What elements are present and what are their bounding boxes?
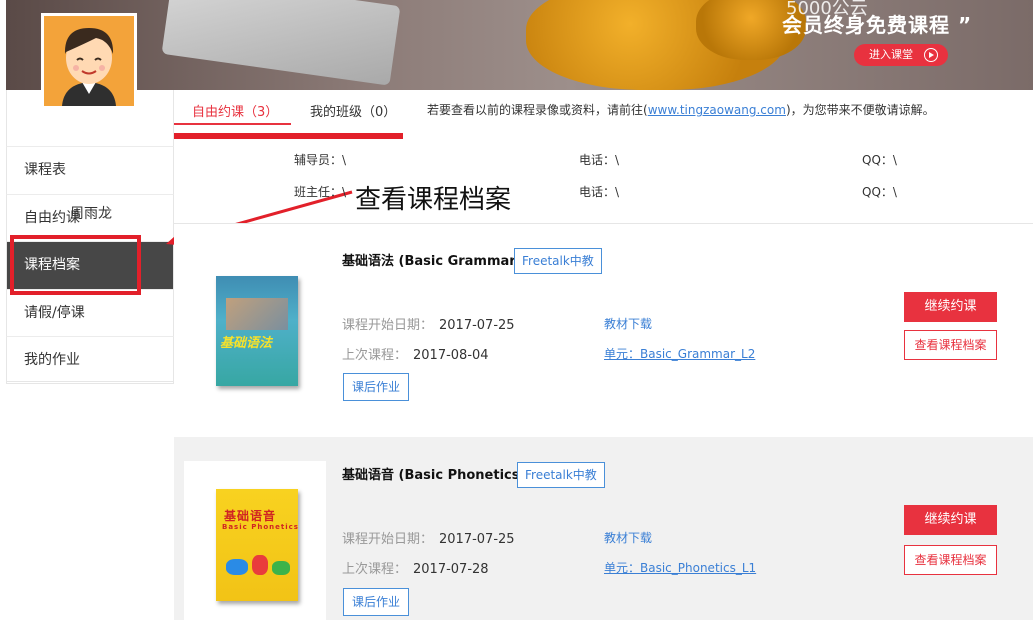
banner-laptop-image <box>161 0 401 86</box>
start-date-value: 2017-07-25 <box>439 532 515 547</box>
tab-my-class[interactable]: 我的班级（0） <box>310 101 396 120</box>
book-cover-image: 基础语法 <box>216 276 298 386</box>
avatar-face-icon <box>44 16 134 106</box>
homework-button[interactable]: 课后作业 <box>343 588 410 616</box>
course-cover: 基础语法 <box>184 250 326 400</box>
promo-banner[interactable]: 5000公云 会员终身免费课程 ” 进入课堂 <box>6 0 1033 90</box>
notice-text-before: 若要查看以前的课程录像或资料，请前往( <box>427 103 648 117</box>
teacher-phone: 电话：\ <box>579 185 620 199</box>
book-art-shape <box>252 555 268 575</box>
last-date-label: 上次课程： <box>342 348 408 363</box>
course-title: 基础语法 (Basic Grammar) <box>342 254 522 269</box>
sidebar-item-schedule[interactable]: 课程表 <box>6 146 174 194</box>
continue-booking-button[interactable]: 继续约课 <box>904 505 997 535</box>
book-cover-image: 基础语音 Basic Phonetics <box>216 489 298 601</box>
sidebar-item-free-booking[interactable]: 自由约课 <box>6 193 174 241</box>
contact-info: 辅导员：\ 电话：\ QQ：\ 班主任：\ 电话：\ QQ：\ <box>174 140 1033 224</box>
tutor-label: 辅导员：\ <box>294 153 347 167</box>
course-card: 基础语音 Basic Phonetics 基础语音 (Basic Phoneti… <box>174 437 1033 620</box>
course-start-date: 课程开始日期： 2017-07-25 <box>342 314 515 333</box>
sidebar-item-homework[interactable]: 我的作业 <box>6 336 174 384</box>
last-date-value: 2017-07-28 <box>413 562 489 577</box>
tutor-qq: QQ：\ <box>862 153 897 167</box>
view-archive-button[interactable]: 查看课程档案 <box>904 545 997 575</box>
avatar[interactable] <box>41 13 137 109</box>
book-cover-subtitle: Basic Phonetics <box>222 523 299 531</box>
view-archive-button[interactable]: 查看课程档案 <box>904 330 997 360</box>
book-cover-title: 基础语音 <box>224 509 277 523</box>
notice-text-after: )，为您带来不便敬请谅解。 <box>785 103 935 117</box>
material-download-link[interactable]: 教材下载 <box>604 529 652 546</box>
annotation-underline <box>174 133 403 139</box>
enter-classroom-label: 进入课堂 <box>869 48 913 61</box>
book-cover-photo <box>226 298 288 330</box>
tutor-phone: 电话：\ <box>579 153 620 167</box>
material-download-link[interactable]: 教材下载 <box>604 315 652 332</box>
notice-link[interactable]: www.tingzaowang.com <box>648 103 786 117</box>
page: 5000公云 会员终身免费课程 ” 进入课堂 周雨龙 课程表 自由约课 课程档案… <box>0 0 1033 620</box>
annotation-highlight-box <box>10 235 141 295</box>
active-tab-underline <box>174 123 291 125</box>
unit-link[interactable]: 单元：Basic_Grammar_L2 <box>604 345 755 362</box>
archive-notice: 若要查看以前的课程录像或资料，请前往(www.tingzaowang.com)，… <box>427 101 935 118</box>
play-icon <box>924 48 938 62</box>
course-cover: 基础语音 Basic Phonetics <box>184 461 326 620</box>
unit-link[interactable]: 单元：Basic_Phonetics_L1 <box>604 559 756 576</box>
homework-button[interactable]: 课后作业 <box>343 373 410 401</box>
banner-title: 会员终身免费课程 ” <box>782 13 973 37</box>
start-date-value: 2017-07-25 <box>439 318 515 333</box>
last-date-label: 上次课程： <box>342 562 408 577</box>
teacher-label: 班主任：\ <box>294 185 347 199</box>
sidebar-item-leave[interactable]: 请假/停课 <box>6 288 174 336</box>
course-type-badge: Freetalk中教 <box>517 462 605 488</box>
course-type-badge: Freetalk中教 <box>514 248 602 274</box>
course-card: 基础语法 基础语法 (Basic Grammar) Freetalk中教 课程开… <box>174 224 1033 438</box>
course-last-date: 上次课程： 2017-07-28 <box>342 558 489 577</box>
course-last-date: 上次课程： 2017-08-04 <box>342 344 489 363</box>
tab-free-booking[interactable]: 自由约课（3） <box>192 101 278 120</box>
book-art-shape <box>272 561 290 575</box>
start-date-label: 课程开始日期： <box>342 318 434 333</box>
enter-classroom-button[interactable]: 进入课堂 <box>854 44 948 66</box>
course-title: 基础语音 (Basic Phonetics) <box>342 468 526 483</box>
book-cover-title: 基础语法 <box>220 336 273 351</box>
continue-booking-button[interactable]: 继续约课 <box>904 292 997 322</box>
last-date-value: 2017-08-04 <box>413 348 489 363</box>
book-art-shape <box>226 559 248 575</box>
tab-bar: 自由约课（3） 我的班级（0） 若要查看以前的课程录像或资料，请前往(www.t… <box>174 90 1033 140</box>
course-start-date: 课程开始日期： 2017-07-25 <box>342 528 515 547</box>
teacher-qq: QQ：\ <box>862 185 897 199</box>
start-date-label: 课程开始日期： <box>342 532 434 547</box>
